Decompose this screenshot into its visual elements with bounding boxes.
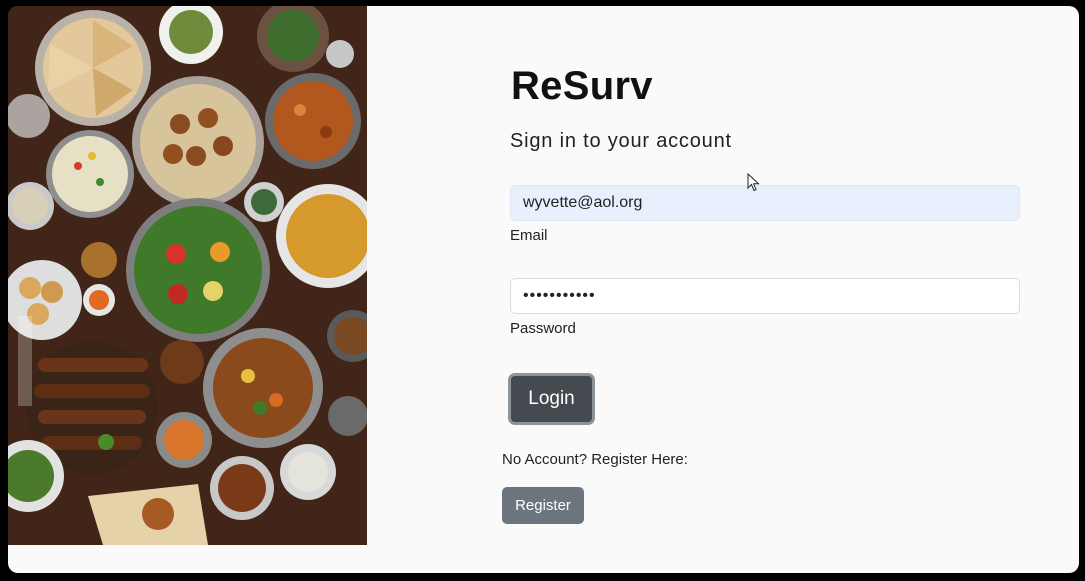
password-label: Password (510, 320, 576, 337)
login-form: ReSurv Sign in to your account wyvette@a… (8, 6, 1079, 573)
password-input[interactable]: ••••••••••• (510, 278, 1020, 314)
register-button[interactable]: Register (502, 487, 584, 524)
mouse-cursor-icon (747, 173, 760, 192)
page-subtitle: Sign in to your account (510, 130, 732, 152)
login-window: ReSurv Sign in to your account wyvette@a… (8, 6, 1079, 573)
email-input[interactable]: wyvette@aol.org (510, 185, 1020, 221)
brand-title: ReSurv (511, 64, 653, 108)
email-label: Email (510, 227, 548, 244)
login-button[interactable]: Login (508, 373, 595, 425)
no-account-text: No Account? Register Here: (502, 451, 688, 468)
